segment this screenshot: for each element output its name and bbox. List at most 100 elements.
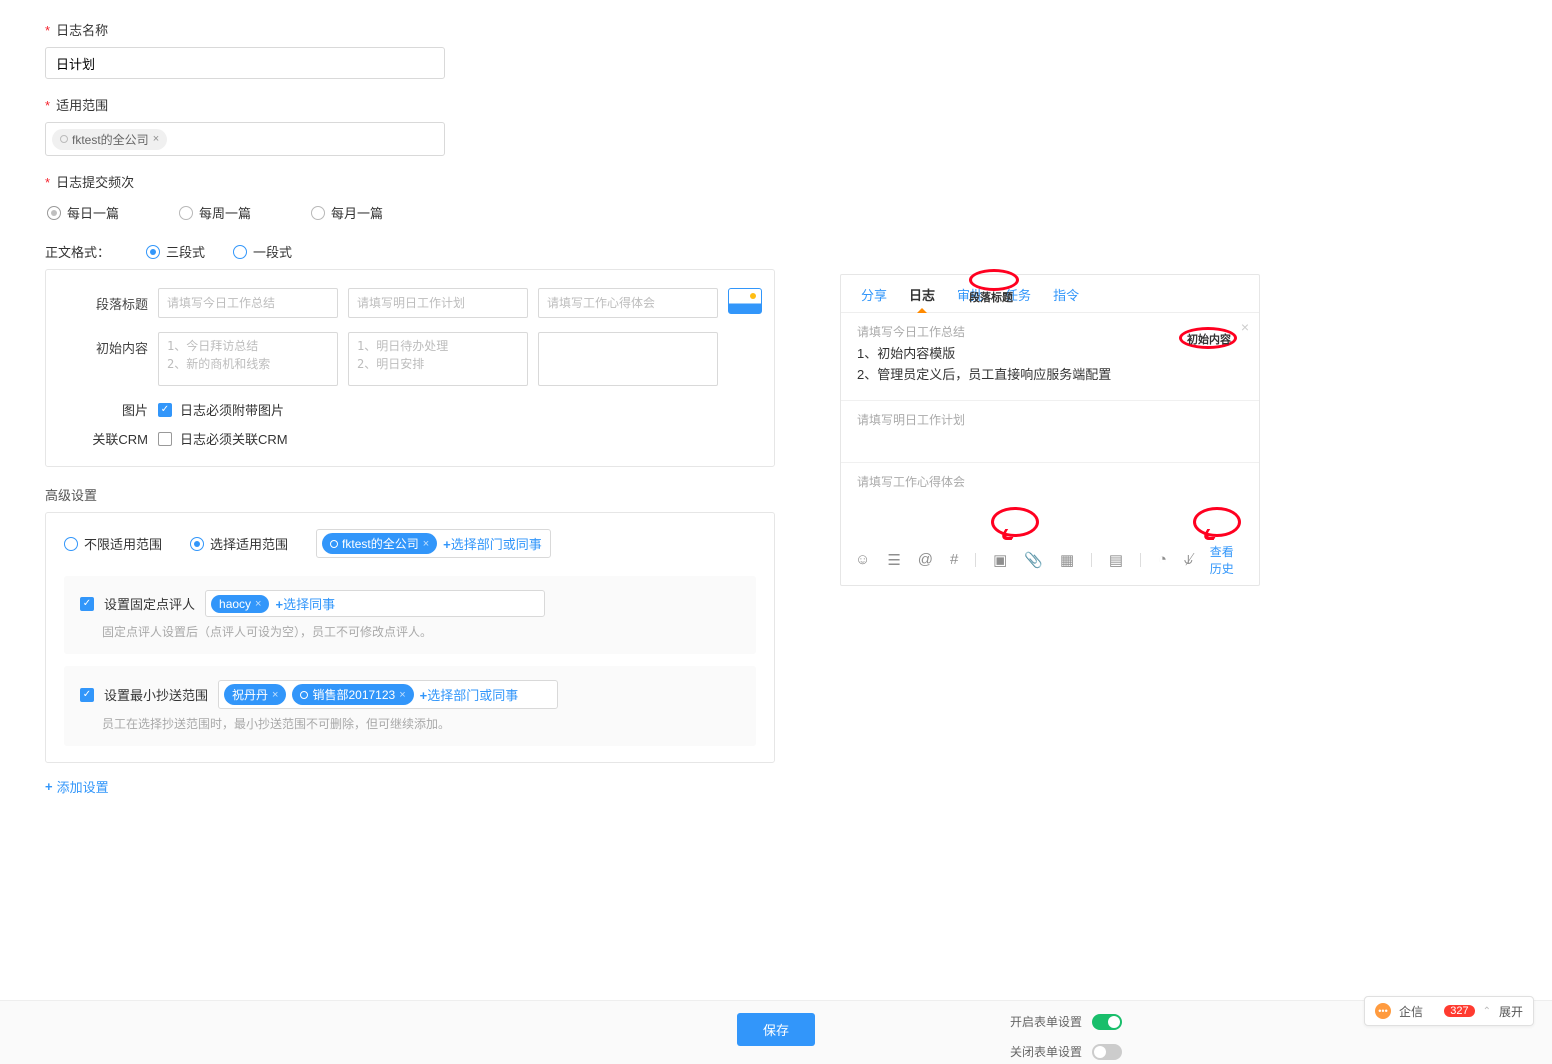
freq-weekly-label: 每周一篇 [199, 203, 251, 222]
crm-row-label: 关联CRM [68, 429, 148, 448]
format-one-label: 一段式 [253, 242, 292, 261]
cc-checkbox[interactable]: ✓ [80, 688, 94, 702]
preview-panel: 分享 日志 审批 任务 指令 段落标题 × 请填写今日工作总结 1、初始内容模版… [840, 274, 1260, 586]
freq-monthly-label: 每月一篇 [331, 203, 383, 222]
attachment-icon[interactable]: 📎 [1024, 551, 1043, 569]
add-setting-link[interactable]: + 添加设置 [45, 777, 109, 796]
close-icon[interactable]: × [1241, 319, 1249, 335]
divider [975, 553, 976, 567]
seg-title-3[interactable] [538, 288, 718, 318]
close-icon[interactable]: × [272, 689, 278, 701]
reviewer-note: 固定点评人设置后（点评人可设为空），员工不可修改点评人。 [102, 623, 740, 640]
at-icon[interactable]: @ [918, 551, 933, 568]
pv-s1-l1: 1、初始内容模版 [857, 344, 1243, 365]
crm-text: 日志必须关联CRM [180, 429, 288, 448]
reviewer-label: 设置固定点评人 [104, 594, 195, 613]
qixin-widget[interactable]: ••• 企信 327 ⌃ 展开 [1364, 996, 1534, 1026]
scope-selector[interactable]: fktest的全公司 × +选择部门或同事 [316, 529, 551, 558]
circle-icon [300, 691, 308, 699]
close-icon[interactable]: × [399, 689, 405, 701]
preview-toolbar: ☺ ☰ @ # ▣ 📎 ▦ ▤ ◔ ⫝̸ 查看历史 [841, 535, 1259, 585]
image-text: 日志必须附带图片 [180, 400, 284, 419]
scope-tag-text: fktest的全公司 [72, 131, 149, 148]
reviewer-tagbox[interactable]: haocy × +选择同事 [205, 590, 545, 617]
log-name-input[interactable] [45, 47, 445, 79]
close-form-label: 关闭表单设置 [1010, 1043, 1082, 1060]
freq-label: 日志提交频次 [45, 172, 775, 191]
image-checkbox[interactable]: ✓ [158, 403, 172, 417]
image-row-label: 图片 [68, 400, 148, 419]
close-form-toggle[interactable] [1092, 1044, 1122, 1060]
divider [1140, 553, 1141, 567]
clock-icon[interactable]: ◔ [1158, 551, 1167, 568]
view-history-link[interactable]: 查看历史 [1210, 543, 1245, 577]
format-label: 正文格式： [45, 242, 110, 261]
qixin-label: 企信 [1399, 1003, 1423, 1020]
seg-title-2[interactable] [348, 288, 528, 318]
seg-init-1[interactable]: 1、今日拜访总结 2、新的商机和线索 [158, 332, 338, 386]
annotation-bubble [1193, 507, 1241, 537]
tab-share[interactable]: 分享 [861, 285, 887, 312]
format-three-label: 三段式 [166, 242, 205, 261]
people-icon[interactable]: ⫝̸ [1184, 551, 1193, 568]
freq-weekly[interactable]: 每周一篇 [179, 203, 251, 222]
scope-unlimited[interactable]: 不限适用范围 [64, 534, 162, 553]
smile-icon[interactable]: ☺ [855, 551, 870, 568]
seg-title-1[interactable] [158, 288, 338, 318]
add-setting-text: 添加设置 [57, 777, 109, 796]
segments-box: 段落标题 初始内容 1、今日拜访总结 2、新的商机和线索 1、明日待办处理 2、… [45, 269, 775, 467]
cc-note: 员工在选择抄送范围时，最小抄送范围不可删除，但可继续添加。 [102, 715, 740, 732]
divider [1091, 553, 1092, 567]
scope-pick-link[interactable]: +选择部门或同事 [443, 534, 542, 553]
scope-tagbox[interactable]: fktest的全公司 × [45, 122, 445, 156]
calendar-icon[interactable]: ▦ [1060, 551, 1074, 569]
scope-select[interactable]: 选择适用范围 [190, 534, 288, 553]
cc-tag-2-text: 销售部2017123 [312, 686, 395, 703]
close-icon[interactable]: × [255, 598, 261, 610]
crm-checkbox[interactable] [158, 432, 172, 446]
cc-tagbox[interactable]: 祝丹丹 × 销售部2017123 × +选择部门或同事 [218, 680, 558, 709]
image-icon [728, 288, 762, 314]
save-button[interactable]: 保存 [737, 1013, 815, 1046]
advanced-title: 高级设置 [45, 485, 775, 504]
plus-icon: + [45, 779, 53, 794]
image-icon[interactable]: ▣ [993, 551, 1007, 569]
cc-tag-1[interactable]: 祝丹丹 × [224, 684, 286, 705]
cc-tag-2[interactable]: 销售部2017123 × [292, 684, 413, 705]
chat-icon: ••• [1375, 1003, 1391, 1019]
open-form-toggle[interactable] [1092, 1014, 1122, 1030]
open-form-label: 开启表单设置 [1010, 1013, 1082, 1030]
advanced-box: 不限适用范围 选择适用范围 fktest的全公司 × +选择部门或同事 ✓ 设置… [45, 512, 775, 763]
seg-init-label: 初始内容 [68, 332, 148, 357]
qixin-expand: 展开 [1499, 1003, 1523, 1020]
scope-unlimited-label: 不限适用范围 [84, 534, 162, 553]
format-three[interactable]: 三段式 [146, 242, 205, 261]
tab-order[interactable]: 指令 [1053, 285, 1079, 312]
close-icon[interactable]: × [153, 133, 159, 145]
annotation-bubble [991, 507, 1039, 537]
hash-icon[interactable]: # [950, 551, 958, 568]
reviewer-checkbox[interactable]: ✓ [80, 597, 94, 611]
freq-daily[interactable]: 每日一篇 [47, 203, 119, 222]
seg-init-2[interactable]: 1、明日待办处理 2、明日安排 [348, 332, 528, 386]
scope-select-tag[interactable]: fktest的全公司 × [322, 533, 437, 554]
tab-log[interactable]: 日志 [909, 285, 935, 312]
format-one[interactable]: 一段式 [233, 242, 292, 261]
cc-label: 设置最小抄送范围 [104, 685, 208, 704]
reviewer-block: ✓ 设置固定点评人 haocy × +选择同事 固定点评人设置后（点评人可设为空… [64, 576, 756, 654]
close-icon[interactable]: × [423, 538, 429, 550]
cc-pick-link[interactable]: +选择部门或同事 [420, 685, 519, 704]
scope-tag[interactable]: fktest的全公司 × [52, 129, 167, 150]
list-icon[interactable]: ☰ [887, 551, 900, 569]
freq-daily-label: 每日一篇 [67, 203, 119, 222]
scope-label: 适用范围 [45, 95, 775, 114]
pv-s1-head: 请填写今日工作总结 [857, 323, 1243, 340]
reviewer-pick-link[interactable]: +选择同事 [275, 594, 335, 613]
scope-select-label: 选择适用范围 [210, 534, 288, 553]
table-icon[interactable]: ▤ [1109, 551, 1123, 569]
scope-select-tag-text: fktest的全公司 [342, 535, 419, 552]
qixin-badge: 327 [1444, 1005, 1474, 1017]
freq-monthly[interactable]: 每月一篇 [311, 203, 383, 222]
reviewer-tag[interactable]: haocy × [211, 595, 269, 613]
seg-init-3[interactable] [538, 332, 718, 386]
